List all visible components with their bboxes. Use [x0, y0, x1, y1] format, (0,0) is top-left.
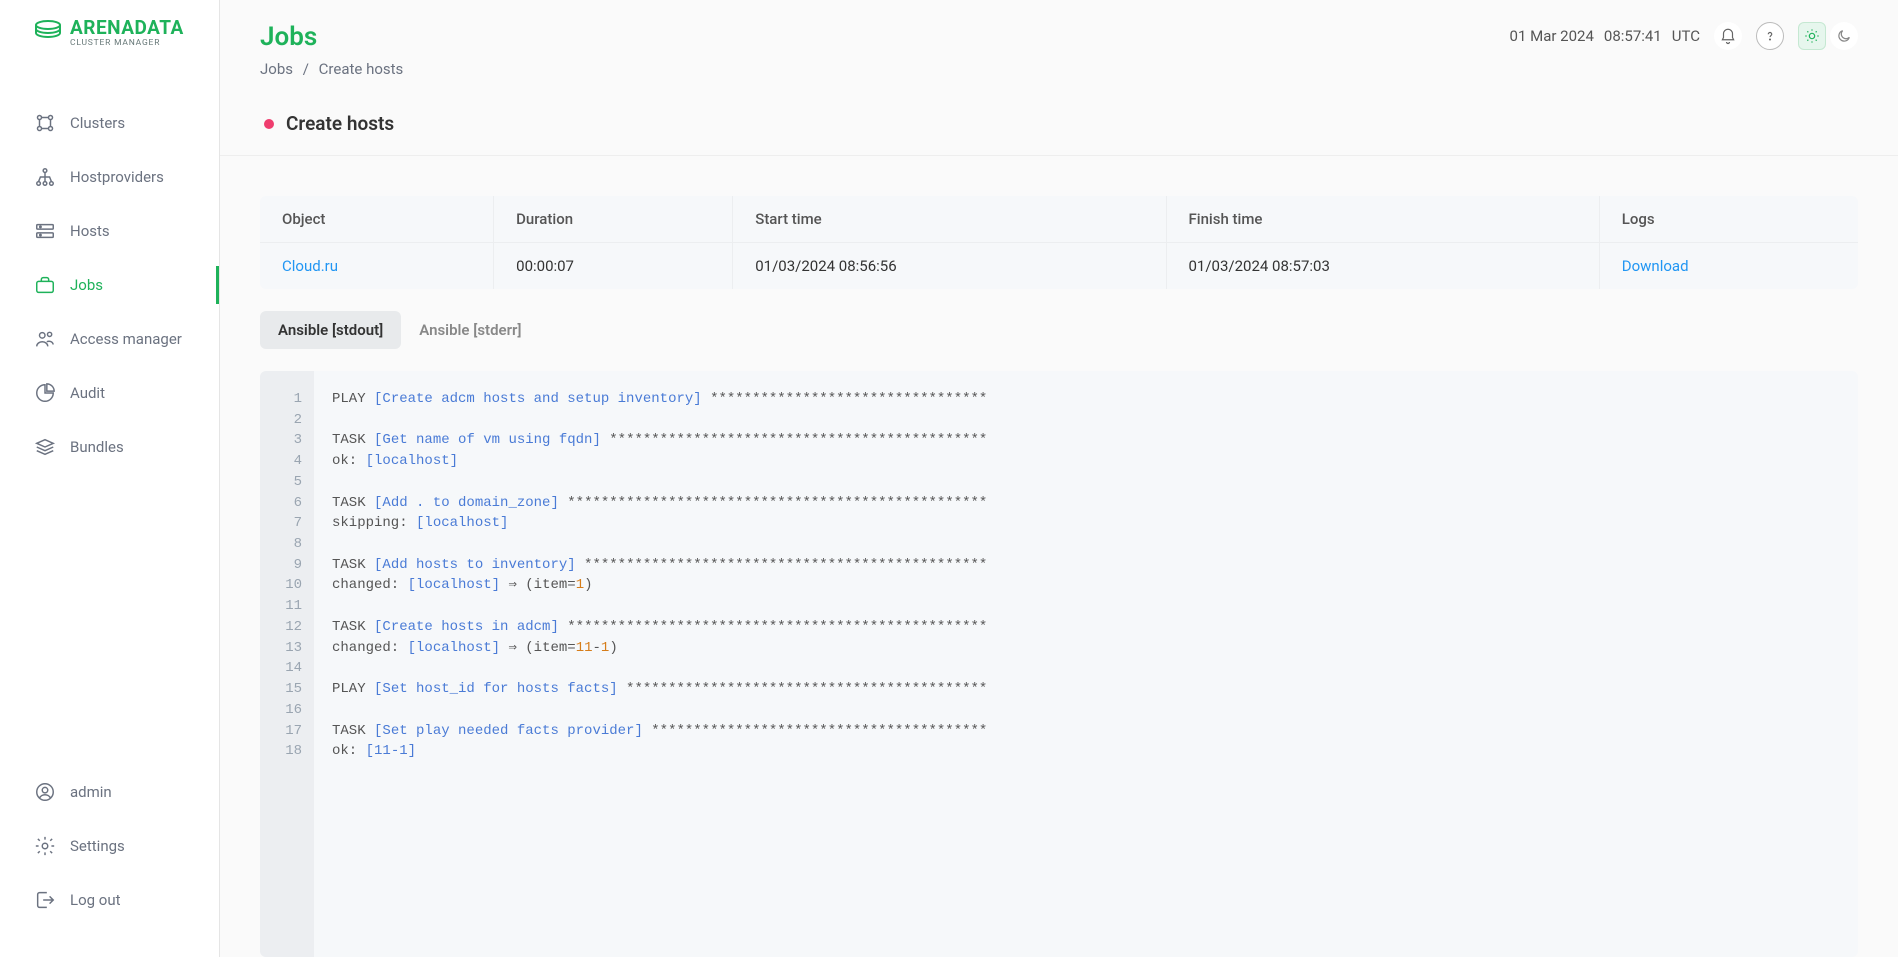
col-object: Object [260, 196, 494, 243]
main: Jobs Jobs / Create hosts 01 Mar 2024 08:… [220, 0, 1898, 957]
time: 08:57:41 [1604, 27, 1662, 45]
tab-stdout[interactable]: Ansible [stdout] [260, 311, 401, 349]
help-icon[interactable] [1756, 22, 1784, 50]
brand-name: ARENADATA [70, 18, 184, 37]
col-finish: Finish time [1166, 196, 1599, 243]
table-row: Cloud.ru 00:00:07 01/03/2024 08:56:56 01… [260, 243, 1858, 290]
col-logs: Logs [1599, 196, 1858, 243]
logout-icon [34, 889, 56, 911]
job-header: Create hosts [220, 88, 1898, 156]
sidebar-item-label: Access manager [70, 330, 182, 348]
gear-icon [34, 835, 56, 857]
log-tabs: Ansible [stdout] Ansible [stderr] [260, 311, 1858, 349]
theme-toggle [1798, 22, 1858, 50]
sidebar-item-clusters[interactable]: Clusters [0, 96, 219, 150]
crumb-sep: / [303, 60, 309, 78]
sidebar-item-jobs[interactable]: Jobs [0, 258, 219, 312]
sidebar-item-bundles[interactable]: Bundles [0, 420, 219, 474]
sidebar-item-label: Jobs [70, 276, 103, 294]
sidebar-item-label: Hosts [70, 222, 110, 240]
sidebar-item-access[interactable]: Access manager [0, 312, 219, 366]
sidebar: ARENADATA CLUSTER MANAGER Clusters Hostp… [0, 0, 220, 957]
tab-stderr[interactable]: Ansible [stderr] [401, 311, 539, 349]
sidebar-item-label: Bundles [70, 438, 124, 456]
hosts-icon [34, 220, 56, 242]
job-name: Create hosts [286, 112, 394, 135]
object-link[interactable]: Cloud.ru [282, 257, 338, 275]
access-manager-icon [34, 328, 56, 350]
logo-icon [34, 20, 62, 46]
logo: ARENADATA CLUSTER MANAGER [0, 0, 219, 78]
log-content: PLAY [Create adcm hosts and setup invent… [314, 371, 1858, 957]
col-duration: Duration [494, 196, 733, 243]
log-viewer: 123456789101112131415161718 PLAY [Create… [260, 371, 1858, 957]
sidebar-item-label: Hostproviders [70, 168, 164, 186]
sidebar-item-label: admin [70, 783, 112, 801]
download-link[interactable]: Download [1622, 257, 1689, 275]
crumb-current: Create hosts [319, 60, 404, 78]
user-icon [34, 781, 56, 803]
audit-icon [34, 382, 56, 404]
sidebar-item-hostproviders[interactable]: Hostproviders [0, 150, 219, 204]
hostproviders-icon [34, 166, 56, 188]
moon-icon[interactable] [1830, 22, 1858, 50]
cell-duration: 00:00:07 [494, 243, 733, 290]
crumb-jobs[interactable]: Jobs [260, 60, 293, 78]
tz: UTC [1672, 27, 1700, 45]
brand-tagline: CLUSTER MANAGER [70, 39, 184, 48]
clusters-icon [34, 112, 56, 134]
sun-icon[interactable] [1798, 22, 1826, 50]
line-gutter: 123456789101112131415161718 [260, 371, 314, 957]
bundles-icon [34, 436, 56, 458]
bell-icon[interactable] [1714, 22, 1742, 50]
sidebar-item-logout[interactable]: Log out [0, 873, 219, 927]
sidebar-item-label: Log out [70, 891, 121, 909]
breadcrumb: Jobs / Create hosts [260, 60, 403, 78]
cell-finish: 01/03/2024 08:57:03 [1166, 243, 1599, 290]
summary-table: Object Duration Start time Finish time L… [260, 196, 1858, 289]
datetime: 01 Mar 2024 08:57:41 UTC [1510, 27, 1700, 45]
sidebar-item-hosts[interactable]: Hosts [0, 204, 219, 258]
date: 01 Mar 2024 [1510, 27, 1594, 45]
sidebar-item-label: Audit [70, 384, 105, 402]
sidebar-item-audit[interactable]: Audit [0, 366, 219, 420]
status-dot [264, 119, 274, 129]
sidebar-item-admin[interactable]: admin [0, 765, 219, 819]
sidebar-item-settings[interactable]: Settings [0, 819, 219, 873]
sidebar-item-label: Settings [70, 837, 125, 855]
cell-start: 01/03/2024 08:56:56 [733, 243, 1166, 290]
page-title: Jobs [260, 22, 403, 52]
sidebar-item-label: Clusters [70, 114, 125, 132]
col-start: Start time [733, 196, 1166, 243]
jobs-icon [34, 274, 56, 296]
topbar: Jobs Jobs / Create hosts 01 Mar 2024 08:… [220, 0, 1898, 88]
